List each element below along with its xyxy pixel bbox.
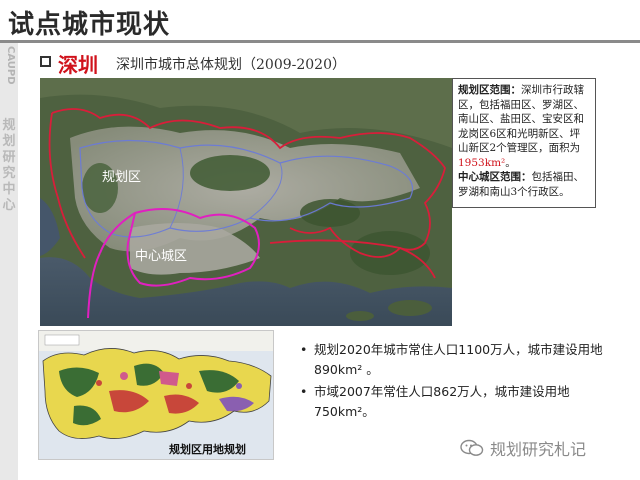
org-char: 中 bbox=[2, 182, 16, 197]
land-use-map-graphic: 规划区用地规划 bbox=[39, 331, 273, 459]
planning-end: 。 bbox=[505, 156, 516, 169]
wechat-icon bbox=[460, 439, 484, 456]
planning-heading: 规划区范围： bbox=[458, 84, 521, 96]
land-use-map: 规划区用地规划 bbox=[38, 330, 274, 460]
plan-title: 深圳市城市总体规划（2009-2020） bbox=[116, 57, 346, 73]
title-bar: 试点城市现状 bbox=[0, 0, 640, 40]
org-char: 心 bbox=[2, 198, 16, 213]
title-divider bbox=[0, 40, 640, 43]
central-heading: 中心城区范围： bbox=[458, 171, 532, 183]
side-strip bbox=[0, 43, 18, 480]
info-box: 规划区范围：深圳市行政辖区，包括福田区、罗湖区、南山区、盐田区、宝安区和龙岗区6… bbox=[452, 78, 596, 208]
watermark: 规划研究札记 bbox=[460, 436, 586, 460]
bullet-item: 规划2020年城市常住人口1100万人，城市建设用地890km² 。 bbox=[300, 340, 616, 380]
page-title: 试点城市现状 bbox=[8, 10, 171, 40]
city-name: 深圳 bbox=[58, 53, 98, 77]
bullet-list: 规划2020年城市常住人口1100万人，城市建设用地890km² 。 市域200… bbox=[300, 340, 616, 424]
planning-area-value: 1953km² bbox=[458, 156, 506, 169]
label-planning-area: 规划区 bbox=[102, 170, 141, 185]
org-char: 划 bbox=[2, 134, 16, 149]
watermark-text: 规划研究札记 bbox=[490, 440, 587, 459]
org-char: 究 bbox=[2, 166, 16, 181]
satellite-map-graphic: 规划区 中心城区 bbox=[40, 78, 452, 326]
satellite-map: 规划区 中心城区 bbox=[40, 78, 452, 326]
caupd-logo: CAUPD bbox=[5, 46, 16, 85]
org-char: 研 bbox=[2, 150, 16, 165]
label-central-area: 中心城区 bbox=[135, 249, 187, 264]
checkbox-square-icon bbox=[40, 56, 51, 67]
land-map-caption: 规划区用地规划 bbox=[169, 442, 246, 456]
org-char: 规 bbox=[2, 118, 16, 133]
bullet-item: 市域2007年常住人口862万人，城市建设用地750km²。 bbox=[300, 382, 616, 422]
org-name-vertical: 规 划 研 究 中 心 bbox=[1, 118, 17, 214]
